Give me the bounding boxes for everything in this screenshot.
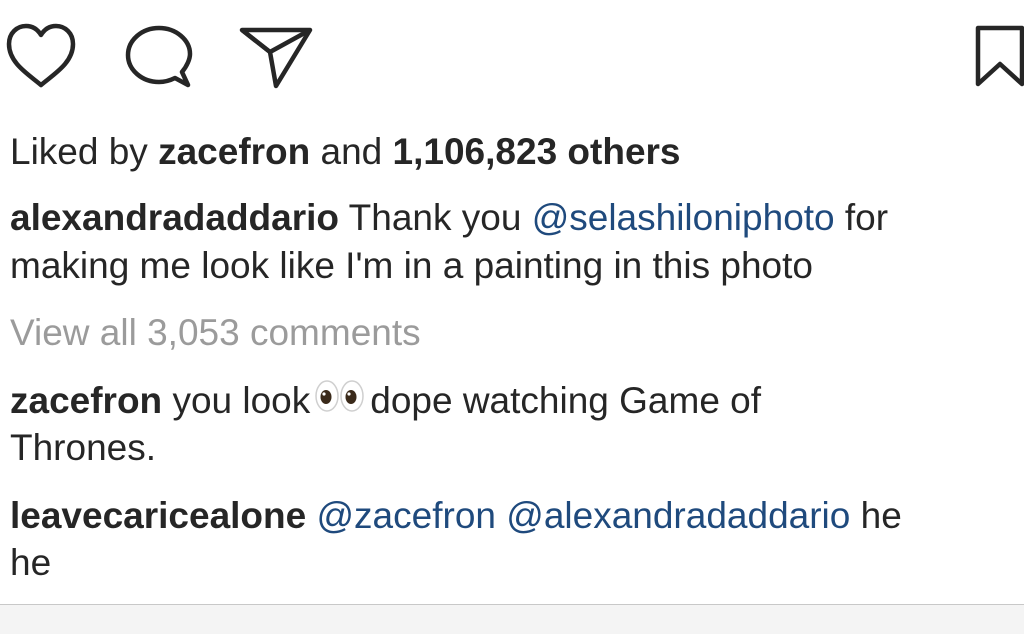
caption-mention[interactable]: @selashiloniphoto — [532, 197, 835, 238]
bottom-strip — [0, 605, 1024, 634]
comment-text: he — [10, 542, 52, 583]
comment-username[interactable]: leavecaricealone — [10, 495, 306, 536]
likes-count[interactable]: 1,106,823 others — [393, 131, 681, 172]
eyes-emoji-icon — [314, 377, 366, 425]
caption-text: Thank you — [348, 197, 522, 238]
comment-mention[interactable]: @zacefron — [317, 495, 496, 536]
comment-mention[interactable]: @alexandradaddario — [506, 495, 850, 536]
comment-text: he — [860, 495, 902, 536]
paper-plane-icon[interactable] — [238, 24, 314, 90]
comment-text: Thrones. — [10, 427, 157, 468]
heart-icon[interactable] — [4, 22, 78, 90]
likes-prefix: Liked by — [10, 131, 148, 172]
comment-line: Thrones. — [10, 424, 1010, 472]
bookmark-icon[interactable] — [972, 24, 1024, 88]
comment-line: leavecaricealone @zacefron @alexandradad… — [10, 492, 1010, 540]
caption-line-2: making me look like I'm in a painting in… — [10, 242, 1010, 290]
view-all-comments-label: View all 3,053 comments — [10, 312, 421, 353]
liked-by-username[interactable]: zacefron — [158, 131, 310, 172]
caption-username[interactable]: alexandradaddario — [10, 197, 339, 238]
post-action-bar — [0, 0, 1024, 110]
comment-bubble-icon[interactable] — [124, 24, 194, 90]
comment-username[interactable]: zacefron — [10, 380, 162, 421]
caption-text-line2: making me look like I'm in a painting in… — [10, 245, 813, 286]
view-all-comments-link[interactable]: View all 3,053 comments — [10, 309, 1010, 357]
comment-text: dope watching Game of — [370, 380, 762, 421]
likes-line: Liked by zacefron and 1,106,823 others — [10, 128, 1010, 176]
caption-text-after: for — [844, 197, 889, 238]
comment-line: zacefron you look dope watching Game of — [10, 377, 1010, 429]
likes-joiner: and — [320, 131, 383, 172]
comment-text: you look — [172, 380, 311, 421]
caption-line-1: alexandradaddario Thank you @selashiloni… — [10, 194, 1010, 242]
comment-line: he — [10, 539, 1010, 587]
